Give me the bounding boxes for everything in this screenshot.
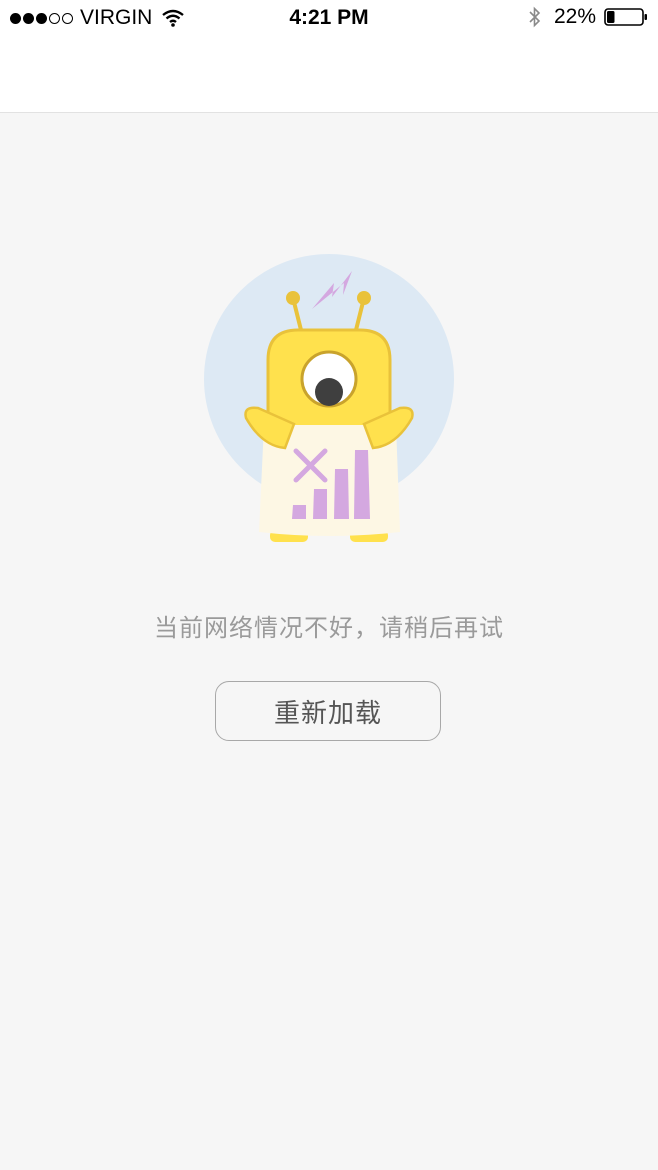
robot-antenna-tip-left — [286, 291, 300, 305]
robot-antenna-tip-right — [357, 291, 371, 305]
reload-button[interactable]: 重新加载 — [215, 681, 441, 741]
robot-pupil — [315, 378, 343, 406]
no-network-illustration — [204, 254, 454, 542]
signal-bar — [313, 489, 327, 519]
signal-bar — [292, 505, 306, 519]
error-message: 当前网络情况不好，请稍后再试 — [154, 614, 504, 642]
signal-bar — [334, 469, 349, 519]
signal-bar — [354, 450, 370, 519]
